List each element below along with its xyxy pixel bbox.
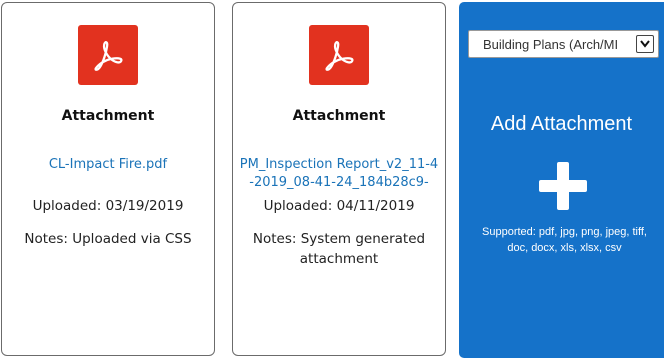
chevron-down-icon[interactable] [636,35,654,53]
attachment-card: Attachment PM_Inspection Report_v2_11-4-… [232,2,446,356]
plus-icon[interactable] [539,162,587,210]
add-attachment-panel: Building Plans (Arch/MI Add Attachment S… [459,2,664,358]
category-select[interactable]: Building Plans (Arch/MI [468,30,659,58]
file-link[interactable]: PM_Inspection Report_v2_11-4-2019_08-41-… [239,156,439,192]
pdf-icon[interactable] [309,25,369,85]
category-select-value: Building Plans (Arch/MI [483,36,619,52]
add-attachment-title: Add Attachment [490,113,633,135]
card-title: Attachment [61,108,155,124]
acrobat-logo-icon [94,41,123,71]
attachment-card: Attachment CL-Impact Fire.pdf Uploaded: … [1,2,215,356]
notes-text: Notes: System generated attachment [252,231,426,267]
pdf-icon[interactable] [78,25,138,85]
supported-formats-text: Supported: pdf, jpg, png, jpeg, tiff, do… [482,226,647,254]
uploaded-date: Uploaded: 03/19/2019 [32,198,184,214]
notes-text: Notes: Uploaded via CSS [24,231,192,247]
card-title: Attachment [292,108,386,124]
file-link[interactable]: CL-Impact Fire.pdf [8,156,208,174]
acrobat-logo-icon [325,41,354,71]
uploaded-date: Uploaded: 04/11/2019 [263,198,415,214]
